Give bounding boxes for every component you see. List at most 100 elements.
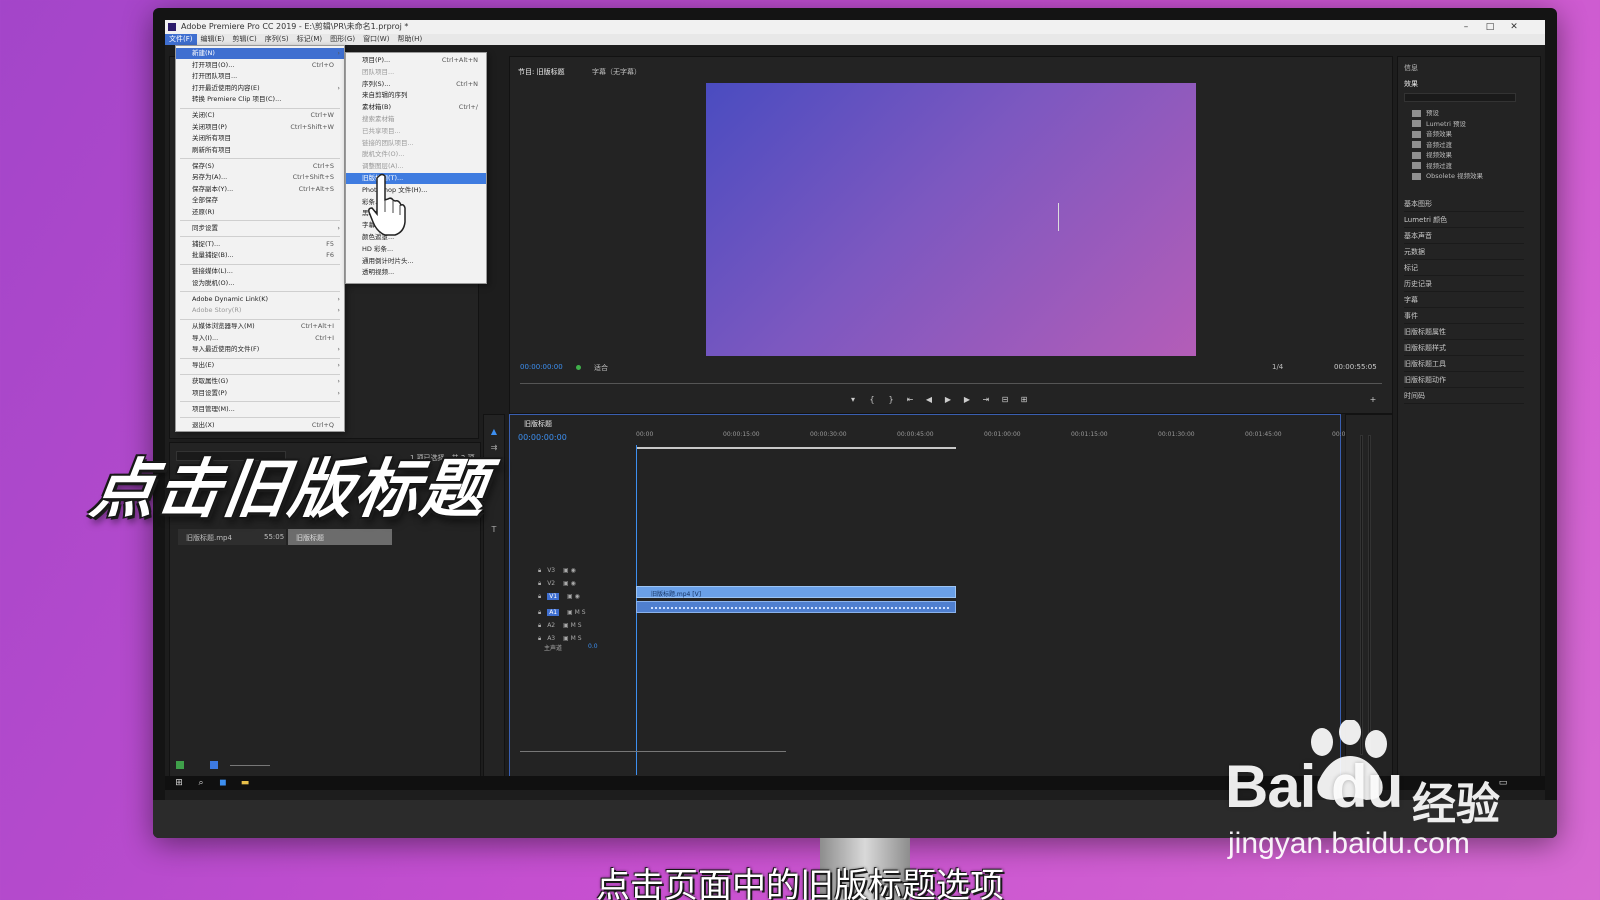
- play-icon[interactable]: ◀: [922, 395, 936, 404]
- project-sequence-item[interactable]: 旧版标题: [288, 529, 392, 545]
- selection-tool-icon[interactable]: ▲: [487, 425, 501, 439]
- file-menu-item[interactable]: 转换 Premiere Clip 项目(C)...: [176, 94, 344, 105]
- folder-icon[interactable]: ▬: [237, 777, 253, 789]
- file-menu-item[interactable]: 打开项目(O)... Ctrl+O: [176, 60, 344, 71]
- video-clip[interactable]: 旧版标题.mp4 [V]: [636, 586, 956, 598]
- panel-list-item[interactable]: 元数据: [1404, 245, 1524, 260]
- menu-sequence[interactable]: 序列(S): [261, 34, 293, 45]
- track-header[interactable]: 🔒︎ V1 ▣ ◉: [538, 593, 580, 601]
- panel-list-item[interactable]: 时间码: [1404, 389, 1524, 404]
- file-menu-item[interactable]: 刷新所有项目: [176, 145, 344, 156]
- file-menu-item[interactable]: 同步设置 ›: [176, 223, 344, 234]
- track-label[interactable]: V3: [547, 567, 555, 574]
- panel-list-item[interactable]: 历史记录: [1404, 277, 1524, 292]
- eye-icon[interactable]: ▣ ◉: [561, 567, 576, 574]
- panel-list-item[interactable]: 标记: [1404, 261, 1524, 276]
- info-tab[interactable]: 信息: [1404, 63, 1418, 73]
- panel-list-item[interactable]: 旧版标题动作: [1404, 373, 1524, 388]
- file-menu-item[interactable]: 全部保存: [176, 195, 344, 206]
- panel-list-item[interactable]: 字幕: [1404, 293, 1524, 308]
- windows-start-icon[interactable]: ⊞: [171, 777, 187, 789]
- new-submenu-item[interactable]: 已共享项目...: [346, 126, 486, 137]
- file-menu-item[interactable]: 关闭(C) Ctrl+W: [176, 110, 344, 121]
- panel-list-item[interactable]: 旧版标题属性: [1404, 325, 1524, 340]
- lock-icon[interactable]: 🔒︎: [538, 567, 541, 574]
- panel-list-item[interactable]: 旧版标题工具: [1404, 357, 1524, 372]
- track-label[interactable]: A2: [547, 622, 555, 629]
- menu-file[interactable]: 文件(F): [165, 34, 197, 45]
- effects-folder[interactable]: Lumetri 预设: [1412, 118, 1466, 128]
- lock-icon[interactable]: 🔒︎: [538, 635, 541, 642]
- new-submenu-item[interactable]: 来自剪辑的序列: [346, 90, 486, 101]
- file-menu-item[interactable]: 新建(N) ›: [176, 48, 344, 59]
- search-icon[interactable]: ⌕: [193, 777, 209, 789]
- new-submenu-item[interactable]: 团队项目...: [346, 67, 486, 78]
- effects-folder[interactable]: 音频效果: [1412, 128, 1452, 138]
- track-header[interactable]: 🔒︎ A1 ▣ M S: [538, 609, 586, 617]
- file-menu-item[interactable]: 捕捉(T)... F5: [176, 239, 344, 250]
- panel-list-item[interactable]: 基本图形: [1404, 197, 1524, 212]
- file-menu-item[interactable]: 设为脱机(O)...: [176, 278, 344, 289]
- timeline-timecode[interactable]: 00:00:00:00: [518, 433, 567, 442]
- step-forward-icon[interactable]: ▶: [941, 395, 955, 404]
- lock-icon[interactable]: 🔒︎: [538, 609, 541, 616]
- track-label[interactable]: A3: [547, 635, 555, 642]
- track-label[interactable]: A1: [547, 609, 560, 616]
- new-submenu-item[interactable]: 调整图层(A)...: [346, 161, 486, 172]
- extract-icon[interactable]: ⊟: [998, 395, 1012, 404]
- track-label[interactable]: V2: [547, 580, 555, 587]
- file-menu-item[interactable]: Adobe Story(R) ›: [176, 305, 344, 316]
- file-menu-item[interactable]: 链接媒体(L)...: [176, 266, 344, 277]
- track-header[interactable]: 🔒︎ A3 ▣ M S: [538, 635, 582, 643]
- effects-search-input[interactable]: [1404, 93, 1516, 102]
- effects-folder[interactable]: 音频过渡: [1412, 139, 1452, 149]
- tab-program[interactable]: 节目: 旧版标题: [518, 67, 565, 77]
- new-submenu-item[interactable]: HD 彩条...: [346, 244, 486, 255]
- menu-help[interactable]: 帮助(H): [393, 34, 426, 45]
- edge-icon[interactable]: ◼: [215, 777, 231, 789]
- mark-in-icon[interactable]: ▾: [846, 395, 860, 404]
- file-menu-item[interactable]: 另存为(A)... Ctrl+Shift+S: [176, 172, 344, 183]
- new-submenu-item[interactable]: 链接的团队项目...: [346, 138, 486, 149]
- effects-folder[interactable]: 视频过渡: [1412, 160, 1452, 170]
- new-submenu-item[interactable]: 搜索素材箱: [346, 114, 486, 125]
- menu-edit[interactable]: 编辑(E): [197, 34, 229, 45]
- mute-icon[interactable]: ▣ M S: [561, 635, 581, 642]
- tab-captions[interactable]: 字幕（无字幕）: [592, 67, 641, 77]
- program-scrubber[interactable]: [520, 383, 1382, 384]
- eye-icon[interactable]: ▣ ◉: [565, 593, 580, 600]
- type-tool-icon[interactable]: T: [487, 523, 501, 537]
- new-submenu-item[interactable]: 透明视频...: [346, 267, 486, 278]
- work-area-bar[interactable]: [636, 447, 956, 449]
- close-icon[interactable]: ✕: [1503, 20, 1525, 34]
- new-submenu-item[interactable]: 素材箱(B) Ctrl+/: [346, 102, 486, 113]
- file-menu-item[interactable]: 打开最近使用的内容(E) ›: [176, 83, 344, 94]
- track-header[interactable]: 🔒︎ V3 ▣ ◉: [538, 567, 576, 575]
- panel-list-item[interactable]: 基本声音: [1404, 229, 1524, 244]
- effects-folder[interactable]: 视频效果: [1412, 149, 1452, 159]
- track-header[interactable]: 🔒︎ V2 ▣ ◉: [538, 580, 576, 588]
- track-label[interactable]: V1: [547, 593, 560, 600]
- panel-list-item[interactable]: 事件: [1404, 309, 1524, 324]
- project-item[interactable]: 旧版标题.mp4 55:05: [178, 529, 286, 545]
- file-menu-item[interactable]: 获取属性(G) ›: [176, 376, 344, 387]
- menu-clip[interactable]: 剪辑(C): [228, 34, 260, 45]
- new-submenu-item[interactable]: 通用倒计时片头...: [346, 256, 486, 267]
- resolution-select[interactable]: 1/4: [1272, 363, 1283, 371]
- file-menu-item[interactable]: 项目设置(P) ›: [176, 388, 344, 399]
- file-menu-item[interactable]: 关闭所有项目: [176, 133, 344, 144]
- export-frame-icon[interactable]: ⊞: [1017, 395, 1031, 404]
- timeline-ruler[interactable]: 00:00 00:00:15:00 00:00:30:00 00:00:45:00 00…: [636, 431, 1349, 445]
- lock-icon[interactable]: 🔒︎: [538, 580, 541, 587]
- go-to-out-icon[interactable]: ▶: [960, 395, 974, 404]
- lock-icon[interactable]: 🔒︎: [538, 622, 541, 629]
- lock-icon[interactable]: 🔒︎: [538, 593, 541, 600]
- file-menu-item[interactable]: 导入最近使用的文件(F) ›: [176, 344, 344, 355]
- tab-timeline[interactable]: 旧版标题: [524, 419, 552, 429]
- menu-window[interactable]: 窗口(W): [359, 34, 393, 45]
- file-menu-item[interactable]: 打开团队项目...: [176, 71, 344, 82]
- file-menu-item[interactable]: 保存(S) Ctrl+S: [176, 161, 344, 172]
- go-to-in-icon[interactable]: }: [884, 395, 898, 404]
- zoom-slider[interactable]: [230, 765, 270, 766]
- panel-list-item[interactable]: 旧版标题样式: [1404, 341, 1524, 356]
